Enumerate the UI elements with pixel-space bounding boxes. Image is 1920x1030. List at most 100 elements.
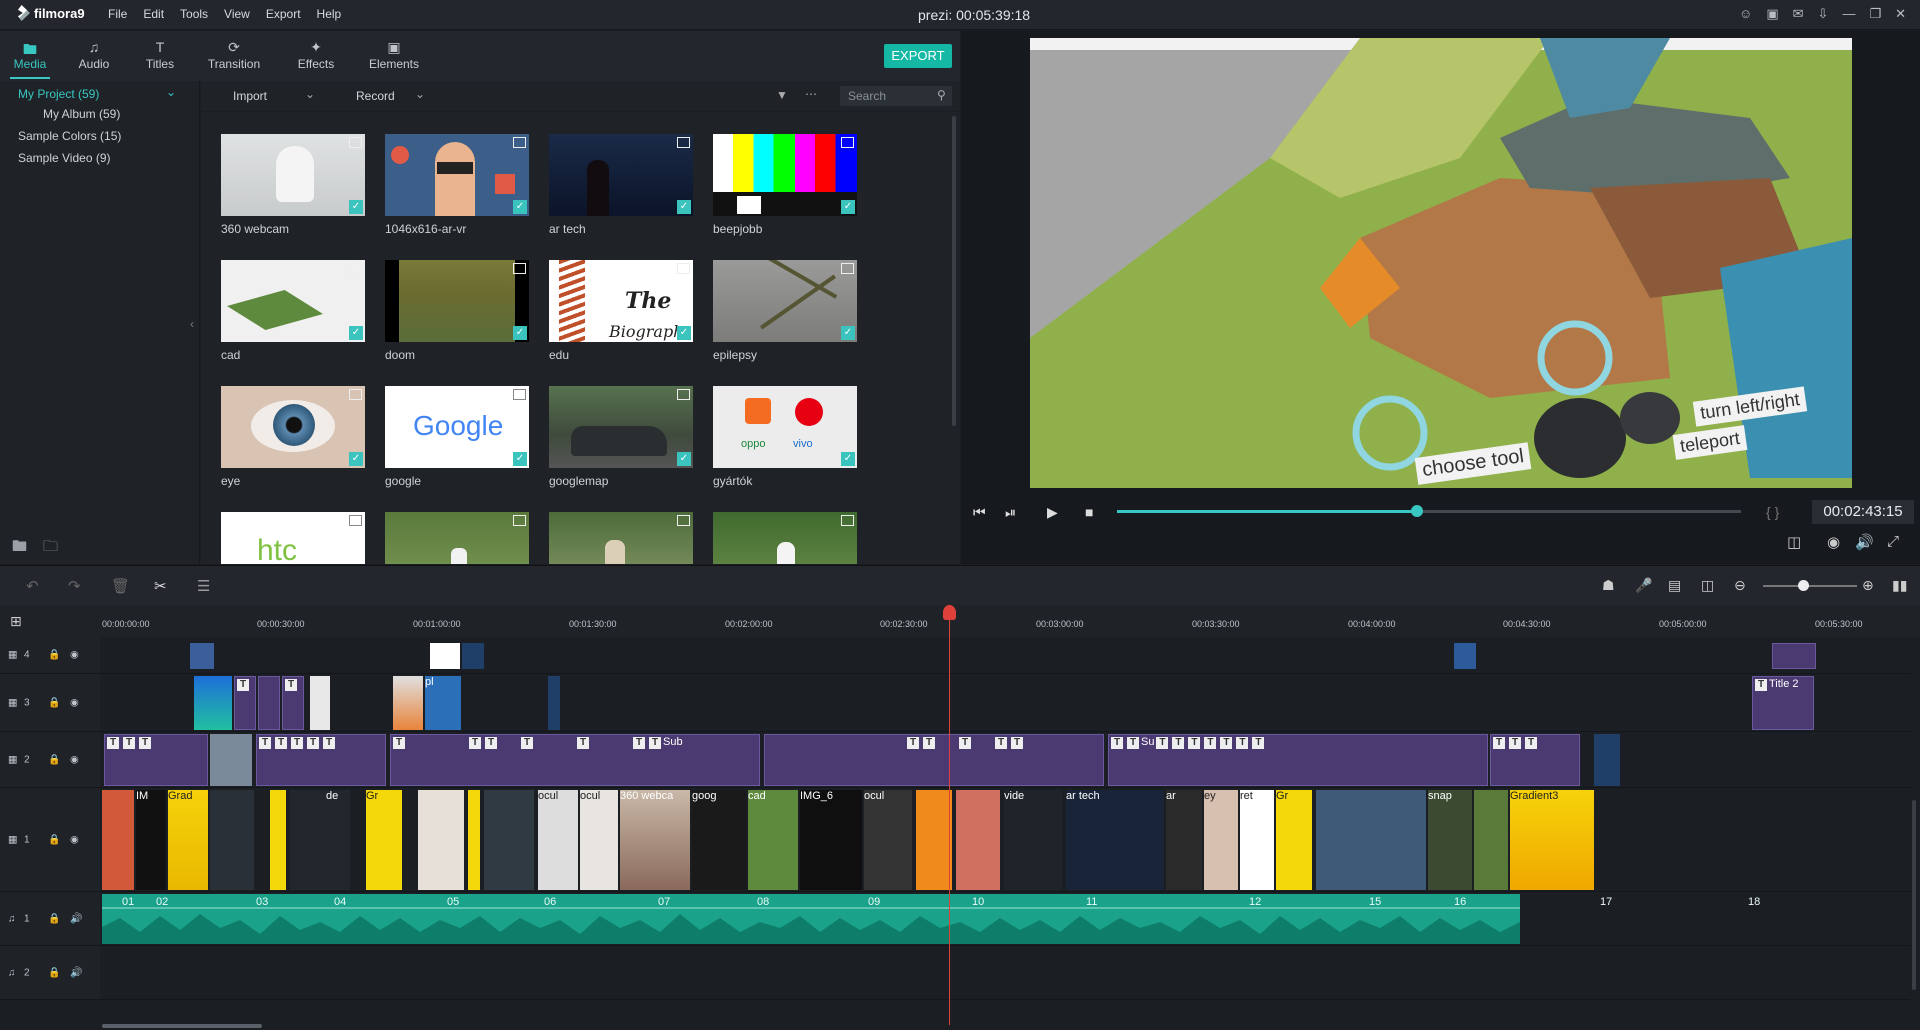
- timeline-clip[interactable]: [210, 790, 254, 890]
- lock-icon[interactable]: 🔒: [48, 913, 60, 924]
- timeline-clip[interactable]: [548, 676, 560, 730]
- lock-icon[interactable]: 🔒: [48, 967, 60, 978]
- display-settings-icon[interactable]: ◫: [1787, 533, 1801, 551]
- delete-icon[interactable]: 🗑: [111, 577, 130, 595]
- media-thumb-beepjobb[interactable]: ✓: [713, 134, 857, 216]
- timeline-title-clip[interactable]: TTTTT: [764, 734, 1104, 786]
- timeline-clip[interactable]: [190, 643, 214, 669]
- media-thumb-google[interactable]: Google ✓: [385, 386, 529, 468]
- sidebar-item-sample-colors[interactable]: Sample Colors (15): [18, 129, 121, 143]
- save-icon[interactable]: ▣: [1766, 6, 1778, 22]
- timeline-title-clip[interactable]: [1772, 643, 1816, 669]
- tab-audio[interactable]: ♫ Audio: [64, 39, 124, 71]
- voiceover-icon[interactable]: ▤: [1668, 577, 1681, 594]
- volume-icon[interactable]: 🔊: [1855, 533, 1874, 551]
- timeline-clip[interactable]: [1594, 734, 1620, 786]
- timeline-title-clip[interactable]: TTT: [104, 734, 208, 786]
- detach-icon[interactable]: ◫: [1701, 577, 1714, 594]
- timeline-clip[interactable]: ar tech: [1066, 790, 1164, 890]
- media-thumb-googlemap[interactable]: ✓: [549, 386, 693, 468]
- menu-view[interactable]: View: [224, 7, 250, 21]
- zoom-in-icon[interactable]: ⊕: [1862, 577, 1874, 594]
- new-folder-icon[interactable]: 🖿: [12, 536, 27, 561]
- zoom-out-icon[interactable]: ⊖: [1734, 577, 1746, 594]
- media-thumb-htc[interactable]: htc: [221, 512, 365, 564]
- timeline-clip[interactable]: [310, 676, 330, 730]
- panel-toggle-icon[interactable]: ▮▮: [1892, 577, 1907, 594]
- timeline-clip[interactable]: ocul: [864, 790, 912, 890]
- record-chevron-icon[interactable]: ⌄: [415, 87, 425, 101]
- timeline-clip[interactable]: Gr: [1276, 790, 1312, 890]
- stop-icon[interactable]: ■: [1085, 504, 1093, 520]
- timeline-clip[interactable]: [270, 790, 286, 890]
- media-thumb-video-14[interactable]: [549, 512, 693, 564]
- timeline-title-clip[interactable]: [258, 676, 280, 730]
- step-forward-icon[interactable]: ⏯: [1005, 504, 1016, 521]
- tab-transition[interactable]: ⟳ Transition: [204, 39, 264, 71]
- tab-effects[interactable]: ✦ Effects: [286, 39, 346, 71]
- timeline-clip[interactable]: Gradient3: [1510, 790, 1594, 890]
- download-icon[interactable]: ⇩: [1818, 6, 1829, 22]
- timeline-clip[interactable]: [916, 790, 952, 890]
- timeline-clip[interactable]: goog: [692, 790, 746, 890]
- timeline-clip[interactable]: [102, 790, 134, 890]
- menu-export[interactable]: Export: [266, 7, 301, 21]
- tab-elements[interactable]: ▣ Elements: [364, 39, 424, 71]
- search-icon[interactable]: ⚲: [937, 88, 946, 102]
- filter-icon[interactable]: ▼: [776, 88, 788, 102]
- timeline-vertical-scrollbar[interactable]: [1912, 800, 1916, 990]
- timeline-title-clip[interactable]: T: [234, 676, 256, 730]
- mark-in-out-icon[interactable]: { }: [1766, 504, 1779, 520]
- media-thumb-edu[interactable]: The Biograph ✓: [549, 260, 693, 342]
- timeline-title-clip[interactable]: T T Su T T T T T T T: [1108, 734, 1488, 786]
- timeline-ruler[interactable]: ⊞ 00:00:00:00 00:00:30:00 00:01:00:00 00…: [0, 605, 1920, 637]
- timeline-clip[interactable]: [430, 643, 460, 669]
- timeline-scrollbar[interactable]: [102, 1024, 262, 1028]
- media-thumb-eye[interactable]: ✓: [221, 386, 365, 468]
- lock-icon[interactable]: 🔒: [48, 754, 60, 765]
- minimize-button[interactable]: —: [1842, 6, 1855, 22]
- eye-icon[interactable]: ◉: [70, 834, 79, 845]
- export-button[interactable]: EXPORT: [884, 44, 952, 68]
- timeline-clip[interactable]: ar: [1166, 790, 1202, 890]
- timeline-clip[interactable]: IM: [136, 790, 166, 890]
- timeline-clip[interactable]: [194, 676, 232, 730]
- timeline-clip[interactable]: [484, 790, 534, 890]
- microphone-icon[interactable]: 🎤: [1635, 577, 1652, 594]
- timeline-clip[interactable]: [418, 790, 464, 890]
- playback-seekbar[interactable]: [1117, 505, 1741, 517]
- import-chevron-icon[interactable]: ⌄: [305, 87, 315, 101]
- timeline-title-clip[interactable]: TTT: [1490, 734, 1580, 786]
- skip-back-icon[interactable]: ⏮: [973, 504, 986, 521]
- import-dropdown[interactable]: Import: [233, 89, 267, 103]
- timeline-title-clip[interactable]: T T T T T T T Sub: [390, 734, 760, 786]
- speaker-icon[interactable]: 🔊: [70, 967, 82, 978]
- lock-icon[interactable]: 🔒: [48, 834, 60, 845]
- menu-edit[interactable]: Edit: [143, 7, 164, 21]
- grid-view-icon[interactable]: ⋯: [805, 87, 817, 101]
- account-icon[interactable]: ☺: [1739, 6, 1752, 22]
- record-dropdown[interactable]: Record: [356, 89, 395, 103]
- timeline-clip[interactable]: [1474, 790, 1508, 890]
- timeline-clip[interactable]: [468, 790, 480, 890]
- media-thumb-cad[interactable]: ✓: [221, 260, 365, 342]
- timeline-clip[interactable]: cad: [748, 790, 798, 890]
- timeline-clip[interactable]: IMG_6: [800, 790, 862, 890]
- media-thumb-doom[interactable]: ✓: [385, 260, 529, 342]
- timeline-title-clip[interactable]: T Title 2: [1752, 676, 1814, 730]
- redo-icon[interactable]: ↷: [68, 577, 81, 595]
- menu-tools[interactable]: Tools: [180, 7, 208, 21]
- adjust-icon[interactable]: ☰: [197, 577, 210, 595]
- media-thumb-ar-tech[interactable]: ✓: [549, 134, 693, 216]
- media-scrollbar[interactable]: [952, 116, 956, 426]
- tab-titles[interactable]: T Titles: [130, 39, 190, 71]
- media-thumb-video-15[interactable]: [713, 512, 857, 564]
- audio-waveform[interactable]: [100, 892, 1530, 946]
- chevron-down-icon[interactable]: ⌄: [166, 85, 176, 99]
- timeline-clip[interactable]: pl: [425, 676, 461, 730]
- fullscreen-icon[interactable]: ⤢: [1887, 533, 1899, 550]
- timeline-clip[interactable]: Gr: [366, 790, 402, 890]
- media-thumb-epilepsy[interactable]: ✓: [713, 260, 857, 342]
- maximize-button[interactable]: ❐: [1869, 6, 1881, 22]
- timeline-clip[interactable]: ocul: [580, 790, 618, 890]
